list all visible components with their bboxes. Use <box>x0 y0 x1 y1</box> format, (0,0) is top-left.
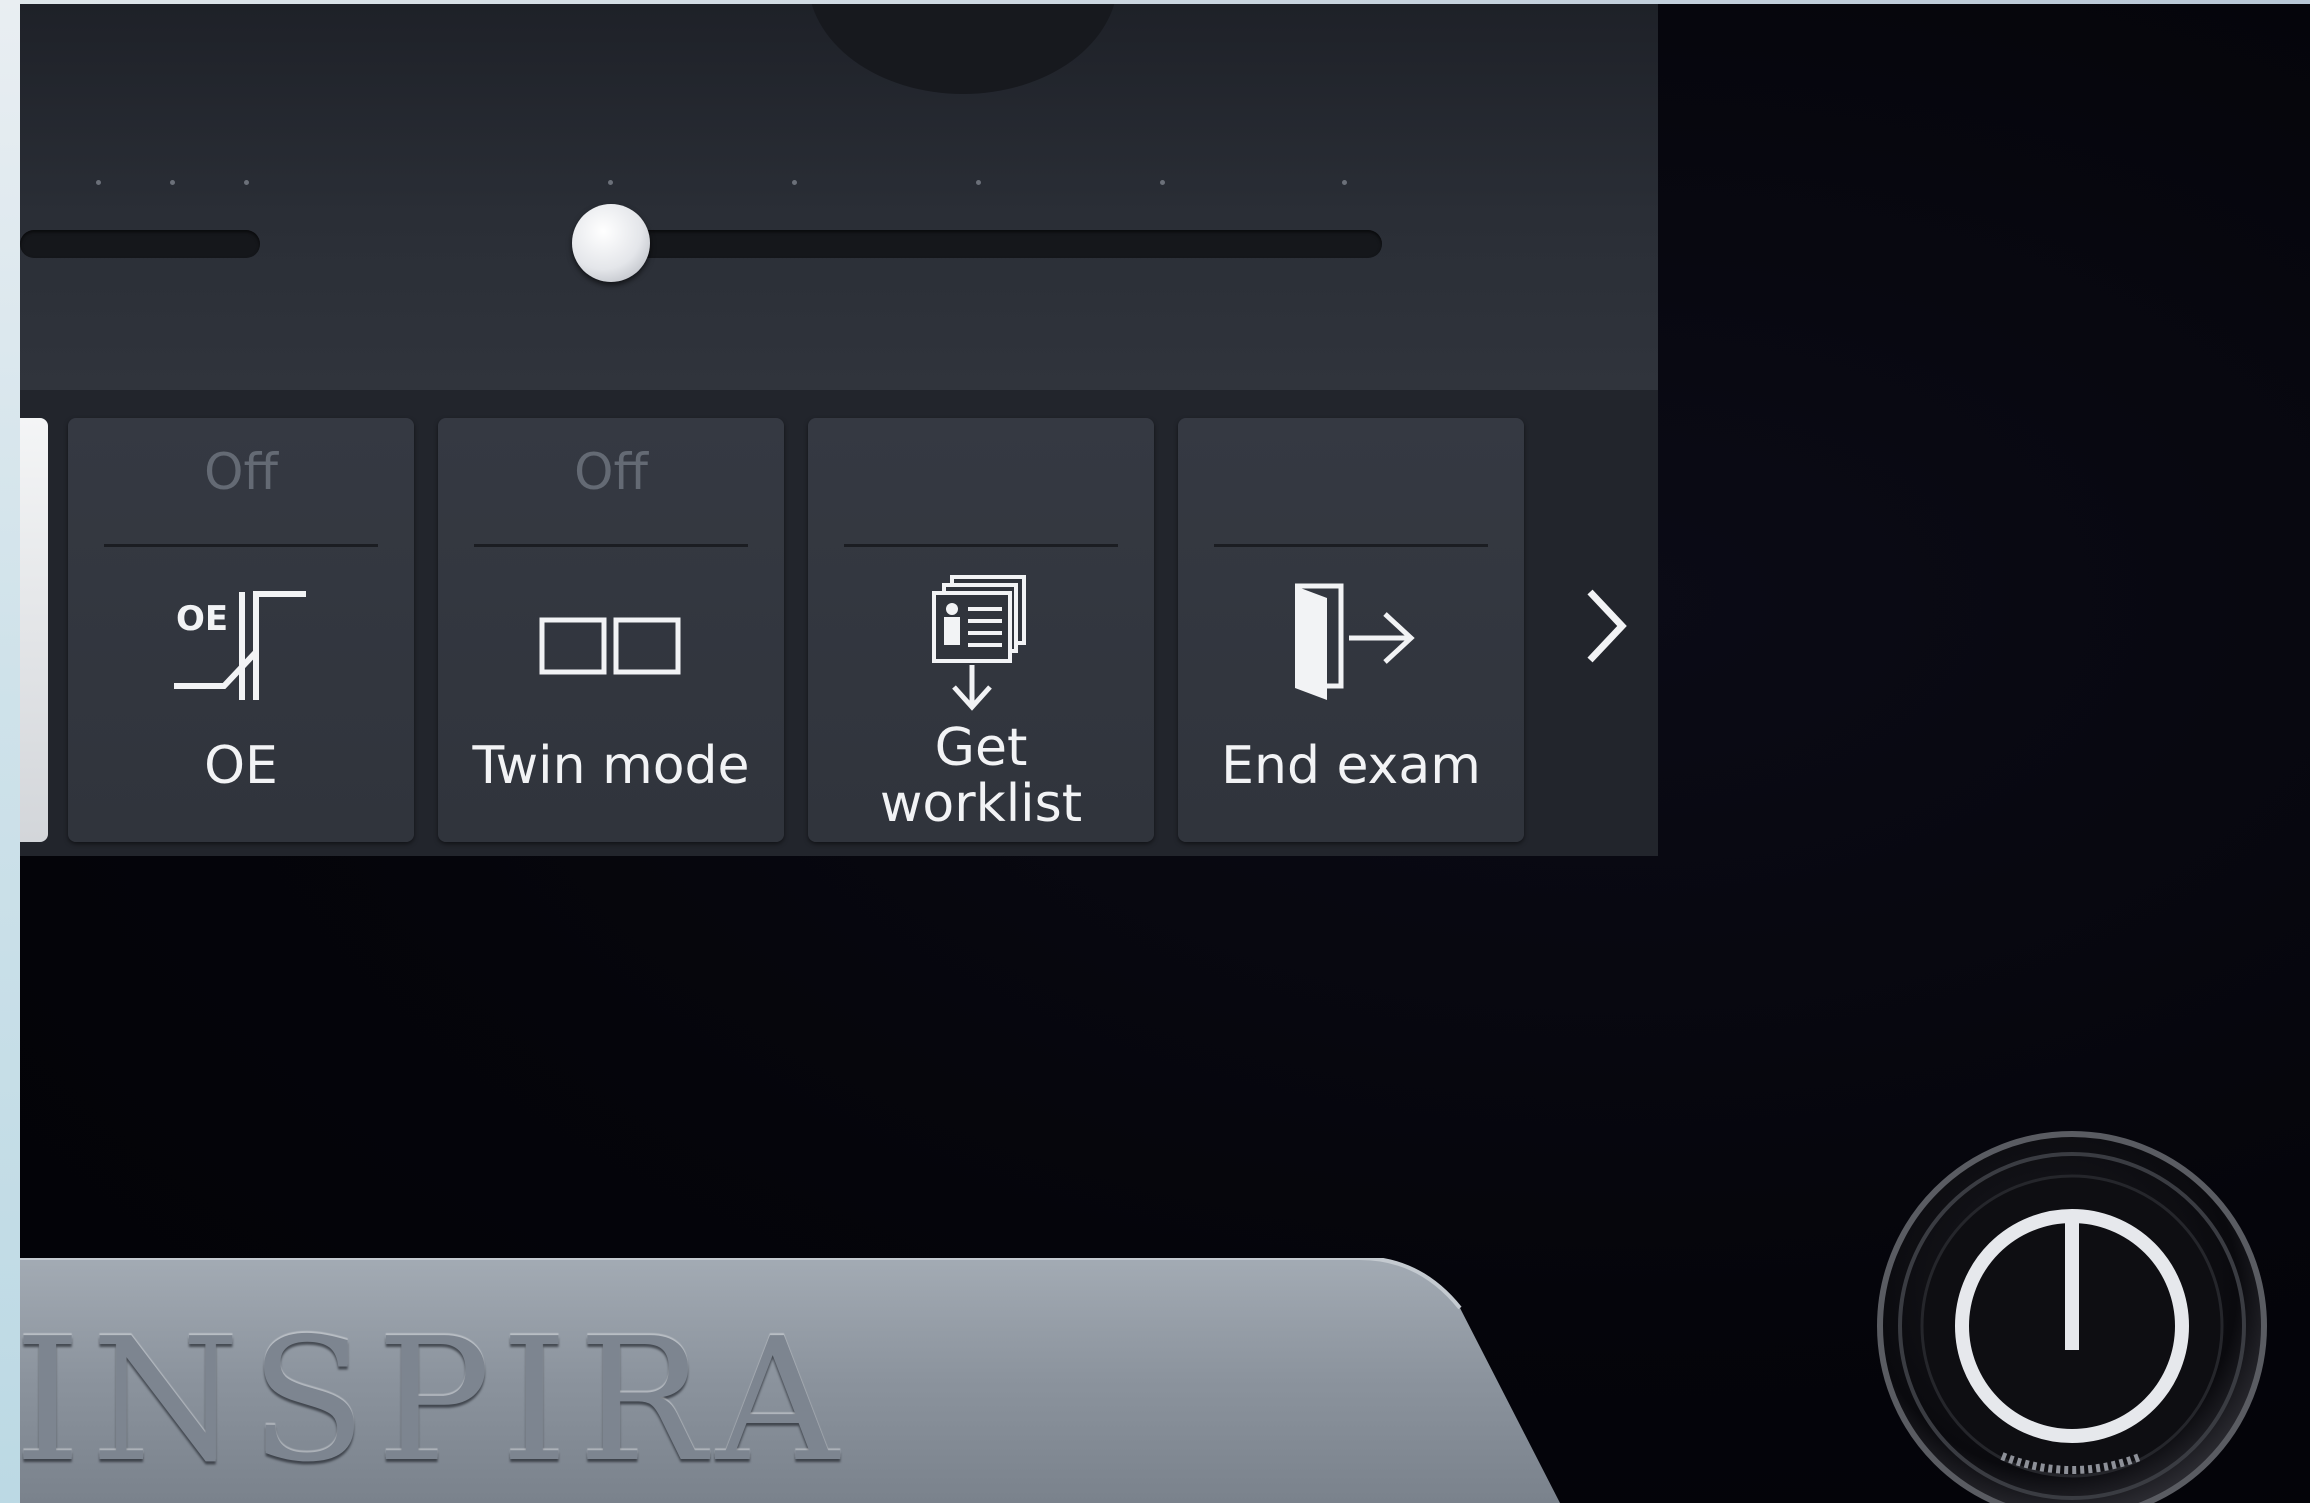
worklist-download-icon <box>808 568 1154 718</box>
left-edge-highlight <box>0 0 20 1503</box>
slider-thumb[interactable] <box>572 204 650 282</box>
next-page-button[interactable] <box>1570 566 1640 686</box>
slider-track[interactable] <box>580 230 1382 258</box>
get-worklist-state <box>808 442 1154 502</box>
twin-mode-label: Twin mode <box>472 736 750 796</box>
tile-divider <box>474 544 748 547</box>
get-worklist-label-line1: Get <box>934 718 1028 778</box>
slider-tick <box>96 180 101 185</box>
exit-door-icon <box>1178 568 1524 718</box>
tile-divider <box>1214 544 1488 547</box>
chevron-right-icon <box>1587 589 1627 663</box>
twin-screen-icon <box>438 568 784 718</box>
oe-label: OE <box>204 736 278 796</box>
function-toolbar: Off OE OE Off Twin mode Get worklist End… <box>20 390 1658 856</box>
power-button[interactable] <box>1872 1126 2272 1503</box>
end-exam-state <box>1178 442 1524 502</box>
slider-tick <box>1160 180 1165 185</box>
slider-tick <box>170 180 175 185</box>
slider-tick <box>244 180 249 185</box>
oe-button[interactable]: Off OE OE <box>68 418 414 842</box>
partial-tile[interactable] <box>20 418 48 842</box>
oe-curve-icon: OE <box>68 568 414 718</box>
get-worklist-button[interactable]: Get worklist <box>808 418 1154 842</box>
knob-shadow <box>808 4 1118 94</box>
slider-tick <box>1342 180 1347 185</box>
end-exam-button[interactable]: End exam <box>1178 418 1524 842</box>
brand-logo: INSPIRA <box>14 1302 849 1500</box>
oe-icon-text: OE <box>176 599 228 639</box>
slider-tick <box>976 180 981 185</box>
twin-mode-state: Off <box>574 443 648 501</box>
end-exam-label: End exam <box>1221 736 1481 796</box>
oe-state: Off <box>204 443 278 501</box>
tile-divider <box>104 544 378 547</box>
control-panel-upper <box>20 4 1658 390</box>
slider-tick <box>792 180 797 185</box>
get-worklist-label-line2: worklist <box>879 774 1083 834</box>
twin-mode-button[interactable]: Off Twin mode <box>438 418 784 842</box>
slider-tick <box>608 180 613 185</box>
tile-divider <box>844 544 1118 547</box>
device-photo: Off OE OE Off Twin mode Get worklist End… <box>0 0 2310 1503</box>
slider-track-left[interactable] <box>20 230 260 258</box>
touch-screen: Off OE OE Off Twin mode Get worklist End… <box>20 4 1658 856</box>
get-worklist-label: Get worklist <box>808 720 1154 832</box>
